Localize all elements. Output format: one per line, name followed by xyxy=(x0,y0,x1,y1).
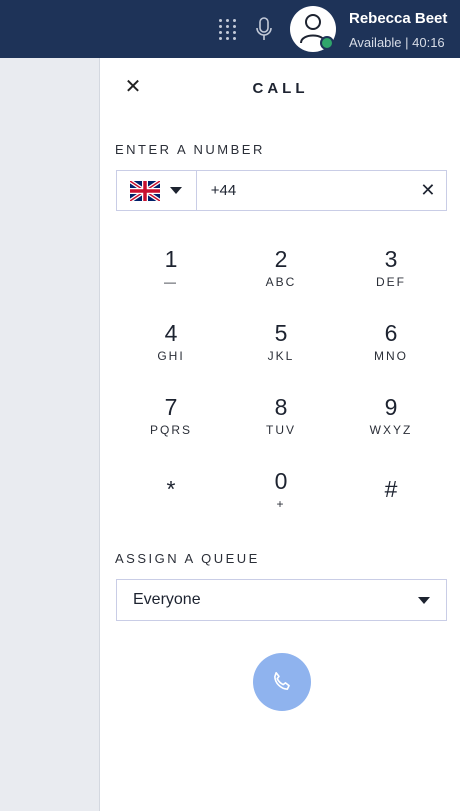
keypad-digit: 1 xyxy=(164,246,178,272)
keypad-digit: 7 xyxy=(164,394,178,420)
phone-number-input[interactable] xyxy=(196,171,410,210)
keypad-key-2[interactable]: 2 ABC xyxy=(226,246,336,306)
keypad-digit: * xyxy=(166,476,176,502)
keypad-digit: 8 xyxy=(274,394,288,420)
keypad-letters: PQRS xyxy=(149,423,192,437)
keypad-key-hash[interactable]: # xyxy=(336,468,446,528)
keypad-digit: 3 xyxy=(384,246,398,272)
queue-select[interactable]: Everyone xyxy=(116,579,447,621)
call-panel: ✕ CALL ENTER A NUMBER ✕ 1—2ABC3DEF4GHI5J… xyxy=(99,58,460,811)
keypad-key-3[interactable]: 3 DEF xyxy=(336,246,446,306)
keypad-digit: # xyxy=(384,476,398,502)
user-status: Available | 40:16 xyxy=(349,35,445,50)
keypad-letters: ABC xyxy=(265,275,297,289)
dialpad-icon[interactable] xyxy=(219,18,237,40)
keypad-letters: — xyxy=(164,275,178,289)
keypad-key-6[interactable]: 6 MNO xyxy=(336,320,446,380)
keypad-key-9[interactable]: 9 WXYZ xyxy=(336,394,446,454)
keypad-letters: + xyxy=(276,497,286,511)
queue-label: ASSIGN A QUEUE xyxy=(115,551,260,566)
clear-icon[interactable]: ✕ xyxy=(410,171,446,210)
keypad-key-1[interactable]: 1— xyxy=(116,246,226,306)
keypad-key-4[interactable]: 4 GHI xyxy=(116,320,226,380)
keypad-digit: 0 xyxy=(274,468,288,494)
microphone-icon[interactable] xyxy=(254,16,274,42)
keypad-key-7[interactable]: 7 PQRS xyxy=(116,394,226,454)
top-bar: Rebecca Beet Available | 40:16 xyxy=(0,0,460,58)
phone-icon xyxy=(274,671,290,690)
chevron-down-icon xyxy=(170,187,183,194)
keypad-letters: MNO xyxy=(374,349,408,363)
keypad-key-0[interactable]: 0 + xyxy=(226,468,336,528)
presence-indicator xyxy=(320,36,334,50)
panel-title: CALL xyxy=(252,80,309,97)
country-select[interactable] xyxy=(117,171,197,210)
keypad-letters: WXYZ xyxy=(369,423,413,437)
keypad-digit: 9 xyxy=(384,394,398,420)
keypad-letters: GHI xyxy=(157,349,185,363)
keypad-letters: TUV xyxy=(266,423,296,437)
keypad-digit: 6 xyxy=(384,320,398,346)
keypad-letters: DEF xyxy=(376,275,406,289)
number-label: ENTER A NUMBER xyxy=(115,142,265,157)
phone-number-field: ✕ xyxy=(116,170,447,211)
keypad-key-star[interactable]: * xyxy=(116,468,226,528)
keypad-digit: 2 xyxy=(274,246,288,272)
queue-selected-value: Everyone xyxy=(133,591,201,608)
uk-flag-icon xyxy=(130,180,161,201)
keypad-letters: JKL xyxy=(267,349,295,363)
user-name: Rebecca Beet xyxy=(349,10,448,27)
chevron-down-icon xyxy=(418,596,430,604)
keypad-digit: 5 xyxy=(274,320,288,346)
keypad-digit: 4 xyxy=(164,320,178,346)
call-button[interactable] xyxy=(253,653,311,711)
keypad-key-8[interactable]: 8 TUV xyxy=(226,394,336,454)
keypad-key-5[interactable]: 5 JKL xyxy=(226,320,336,380)
